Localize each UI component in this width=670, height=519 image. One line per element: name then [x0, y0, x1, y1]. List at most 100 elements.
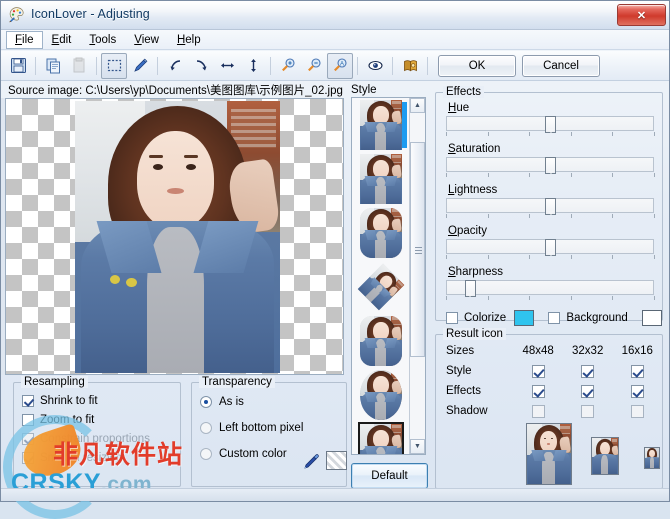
- style-item-2[interactable]: [352, 206, 410, 260]
- slider-ticks: [446, 255, 655, 261]
- style-item-1[interactable]: [352, 152, 410, 206]
- ok-button[interactable]: OK: [438, 54, 516, 77]
- slider-thumb-opacity[interactable]: [545, 239, 556, 256]
- zoom-out-icon[interactable]: [301, 53, 327, 79]
- style-selection-marker: [402, 102, 407, 148]
- slider-label-opacity: Opacity: [448, 225, 487, 237]
- result-previews: [514, 423, 664, 485]
- flip-vertical-icon[interactable]: [240, 53, 266, 79]
- transparent-swatch[interactable]: [326, 451, 347, 470]
- style-item-5[interactable]: [352, 368, 410, 422]
- style-item-6[interactable]: [352, 422, 410, 454]
- zoom-actual-icon[interactable]: A: [327, 52, 353, 79]
- select-rectangle-icon[interactable]: [101, 52, 127, 79]
- resampling-option-2[interactable]: Constrain proportions: [14, 429, 180, 448]
- pen-icon[interactable]: [127, 53, 153, 79]
- source-image-path: Source image: C:\Users\yp\Documents\美图图库…: [8, 85, 343, 97]
- preview-16: [644, 447, 660, 469]
- transparency-radio-1[interactable]: [200, 422, 212, 434]
- slider-opacity[interactable]: [446, 239, 654, 256]
- resampling-checkbox-1[interactable]: [22, 413, 34, 426]
- colorize-checkbox[interactable]: [446, 312, 458, 324]
- menu-file[interactable]: File: [6, 30, 43, 49]
- resampling-checkbox-0[interactable]: [22, 394, 34, 407]
- result-checkbox-style-16x16[interactable]: [630, 364, 644, 378]
- result-checkbox-shadow-48x48[interactable]: [531, 404, 545, 418]
- result-icon-title: Result icon: [443, 328, 506, 340]
- slider-label-lightness: Lightness: [448, 184, 498, 196]
- title-bar: IconLover - Adjusting ✕: [1, 1, 669, 30]
- preview-eye-icon[interactable]: [362, 53, 388, 79]
- style-scroll-up-icon[interactable]: ▲: [410, 98, 425, 113]
- zoom-in-icon[interactable]: [275, 53, 301, 79]
- menu-tools-rest: ools: [95, 33, 117, 46]
- slider-thumb-saturation[interactable]: [545, 157, 556, 174]
- slider-hue[interactable]: [446, 116, 654, 133]
- rotate-left-icon[interactable]: [162, 53, 188, 79]
- result-checkbox-effects-16x16[interactable]: [630, 384, 644, 398]
- resampling-option-0[interactable]: Shrink to fit: [14, 391, 180, 410]
- slider-lightness[interactable]: [446, 198, 654, 215]
- style-list[interactable]: ▲ ▼: [351, 97, 426, 455]
- style-scroll-thumb[interactable]: [410, 142, 425, 357]
- slider-ticks: [446, 296, 655, 302]
- result-checkbox-effects-48x48[interactable]: [531, 384, 545, 398]
- rotate-right-icon[interactable]: [188, 53, 214, 79]
- slider-ticks: [446, 214, 655, 220]
- menu-view-rest: iew: [141, 33, 159, 46]
- eyedropper-icon[interactable]: [302, 451, 322, 474]
- result-checkbox-style-32x32[interactable]: [581, 364, 595, 378]
- library-book-icon[interactable]: [397, 53, 423, 79]
- slider-thumb-hue[interactable]: [545, 116, 556, 133]
- close-button[interactable]: ✕: [617, 4, 666, 26]
- effects-title: Effects: [443, 86, 484, 98]
- resampling-checkbox-3[interactable]: [22, 451, 34, 464]
- size-column-32x32: 32x32: [572, 345, 604, 357]
- result-checkbox-effects-32x32[interactable]: [581, 384, 595, 398]
- resampling-option-3[interactable]: Smooth resizing: [14, 448, 180, 467]
- style-scrollbar[interactable]: ▲ ▼: [409, 98, 425, 454]
- result-checkbox-style-48x48[interactable]: [531, 364, 545, 378]
- background-label: Background: [566, 312, 628, 324]
- result-row-label: Effects: [446, 385, 481, 397]
- resampling-label-2: Constrain proportions: [40, 432, 150, 445]
- default-button[interactable]: Default: [351, 463, 428, 489]
- style-item-4[interactable]: [352, 314, 410, 368]
- resampling-checkbox-2[interactable]: [22, 432, 34, 445]
- style-item-3[interactable]: [352, 260, 410, 314]
- background-checkbox[interactable]: [548, 312, 561, 324]
- background-color-swatch[interactable]: [641, 310, 662, 326]
- transparency-option-1[interactable]: Left bottom pixel: [192, 415, 346, 441]
- resampling-option-1[interactable]: Zoom to fit: [14, 410, 180, 429]
- slider-sharpness[interactable]: [446, 280, 654, 297]
- slider-thumb-lightness[interactable]: [545, 198, 556, 215]
- flip-horizontal-icon[interactable]: [214, 53, 240, 79]
- preview-32: [591, 437, 619, 475]
- paste-icon[interactable]: [66, 53, 92, 79]
- menu-edit[interactable]: Edit: [43, 31, 81, 49]
- transparency-option-2[interactable]: Custom color: [192, 441, 346, 467]
- slider-ticks: [446, 173, 655, 179]
- menu-help[interactable]: Help: [168, 31, 210, 49]
- style-thumbnail: [360, 100, 402, 150]
- cancel-button[interactable]: Cancel: [522, 54, 600, 77]
- transparency-radio-2[interactable]: [200, 448, 212, 460]
- image-canvas[interactable]: [5, 98, 344, 375]
- menu-view[interactable]: View: [125, 31, 168, 49]
- copy-icon[interactable]: [40, 53, 66, 79]
- result-checkbox-shadow-16x16[interactable]: [630, 404, 644, 418]
- transparency-label-1: Left bottom pixel: [219, 422, 304, 434]
- size-column-16x16: 16x16: [621, 345, 653, 357]
- result-checkbox-shadow-32x32[interactable]: [581, 404, 595, 418]
- menu-tools[interactable]: Tools: [80, 31, 125, 49]
- transparency-option-0[interactable]: As is: [192, 389, 346, 415]
- result-row-label: Style: [446, 365, 472, 377]
- style-scroll-down-icon[interactable]: ▼: [410, 439, 425, 454]
- slider-saturation[interactable]: [446, 157, 654, 174]
- save-icon[interactable]: [5, 53, 31, 79]
- slider-thumb-sharpness[interactable]: [464, 280, 476, 297]
- transparency-radio-0[interactable]: [200, 396, 212, 408]
- menu-bar: File Edit Tools View Help: [1, 30, 669, 50]
- colorize-color-swatch[interactable]: [514, 310, 535, 326]
- colorize-label: Colorize: [464, 312, 507, 324]
